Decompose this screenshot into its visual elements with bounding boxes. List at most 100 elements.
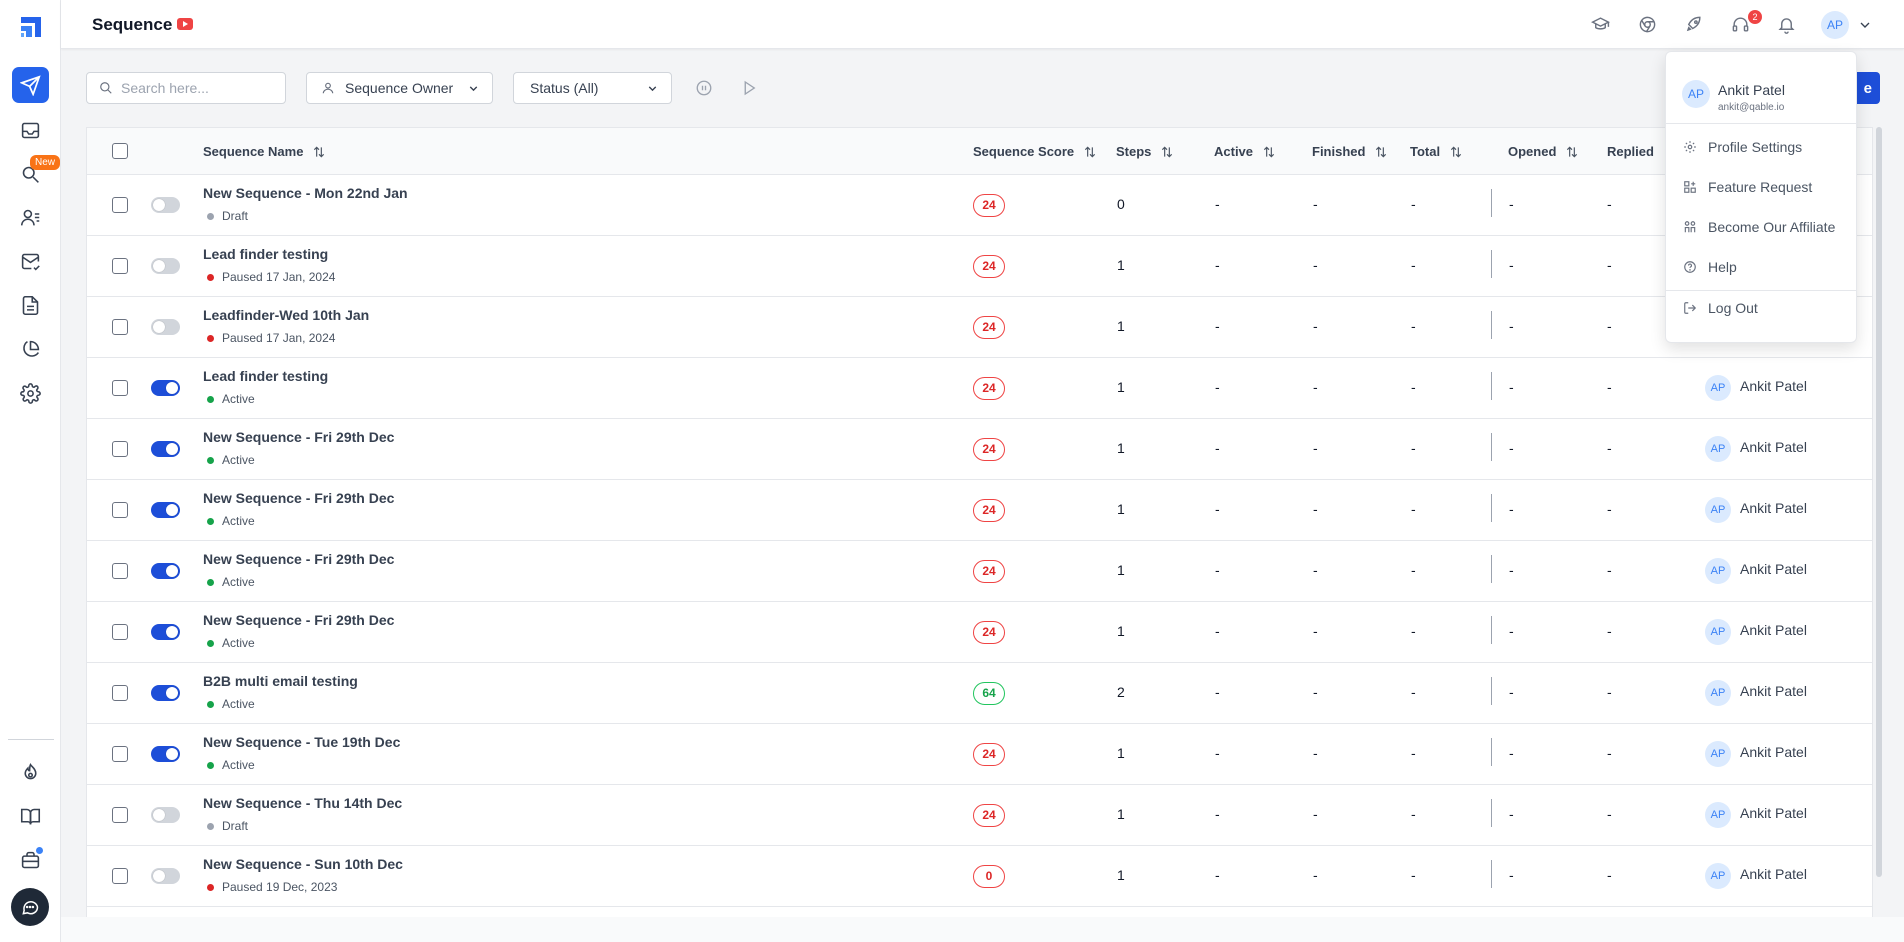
sort-icon[interactable] — [1374, 145, 1388, 159]
search-input[interactable] — [121, 80, 271, 96]
column-opened[interactable]: Opened — [1508, 144, 1579, 159]
headset-icon[interactable] — [1729, 13, 1751, 35]
row-checkbox[interactable] — [112, 746, 128, 762]
column-sequence-score[interactable]: Sequence Score — [973, 144, 1097, 159]
pause-icon[interactable] — [695, 79, 713, 97]
user-avatar[interactable]: AP — [1821, 11, 1849, 39]
sort-icon[interactable] — [1449, 145, 1463, 159]
sequence-name[interactable]: New Sequence - Tue 19th Dec — [203, 734, 400, 750]
sort-icon[interactable] — [1262, 145, 1276, 159]
app-logo-icon[interactable] — [18, 14, 44, 40]
log-out-item[interactable]: Log Out — [1666, 289, 1856, 327]
status-filter[interactable]: Status (All) — [513, 72, 672, 104]
graduation-cap-icon[interactable] — [1589, 13, 1611, 35]
email-verify-icon[interactable] — [12, 243, 49, 279]
row-checkbox[interactable] — [112, 441, 128, 457]
help-item[interactable]: Help — [1666, 248, 1856, 286]
sequence-toggle[interactable] — [151, 502, 180, 518]
table-row[interactable]: New Sequence - Fri 29th Dec Active 24 1 - - - -… — [87, 480, 1872, 541]
table-row[interactable]: Leadfinder-Wed 10th Jan Paused 17 Jan, 20… — [87, 297, 1872, 358]
sort-icon[interactable] — [1565, 145, 1579, 159]
sequence-name[interactable]: New Sequence - Fri 29th Dec — [203, 429, 394, 445]
row-checkbox[interactable] — [112, 807, 128, 823]
row-checkbox[interactable] — [112, 197, 128, 213]
play-icon[interactable] — [740, 79, 758, 97]
table-row[interactable]: New Sequence - Sun 10th Dec Paused 19 Dec… — [87, 846, 1872, 907]
table-row[interactable]: New Sequence - Thu 14th Dec Draft 24 1 - - - - -… — [87, 785, 1872, 846]
cell-replied: - — [1607, 867, 1612, 883]
search-box[interactable] — [86, 72, 286, 104]
column-total[interactable]: Total — [1410, 144, 1463, 159]
sequence-toggle[interactable] — [151, 624, 180, 640]
column-finished[interactable]: Finished — [1312, 144, 1388, 159]
row-checkbox[interactable] — [112, 380, 128, 396]
youtube-icon[interactable] — [177, 18, 193, 30]
rocket-icon[interactable] — [1682, 13, 1704, 35]
table-row[interactable]: New Sequence - Fri 29th Dec Active 24 1 - - - -… — [87, 419, 1872, 480]
row-checkbox[interactable] — [112, 624, 128, 640]
become-affiliate-item[interactable]: Become Our Affiliate — [1666, 208, 1856, 246]
sequence-name[interactable]: Lead finder testing — [203, 246, 328, 262]
sequence-owner-filter[interactable]: Sequence Owner — [306, 72, 493, 104]
column-separator — [1491, 189, 1492, 217]
sequence-name[interactable]: New Sequence - Sun 10th Dec — [203, 856, 403, 872]
cell-opened: - — [1509, 257, 1514, 273]
feature-request-item[interactable]: Feature Request — [1666, 168, 1856, 206]
sequence-toggle[interactable] — [151, 197, 180, 213]
sequence-toggle[interactable] — [151, 258, 180, 274]
templates-icon[interactable] — [12, 287, 49, 323]
sequence-name[interactable]: New Sequence - Fri 29th Dec — [203, 612, 394, 628]
sequence-name[interactable]: B2B multi email testing — [203, 673, 358, 689]
inbox-icon[interactable] — [12, 112, 49, 148]
sequence-toggle[interactable] — [151, 807, 180, 823]
table-row[interactable]: New Sequence - Fri 29th Dec Active 24 1 - - - -… — [87, 541, 1872, 602]
row-checkbox[interactable] — [112, 685, 128, 701]
sequence-name[interactable]: New Sequence - Mon 22nd Jan — [203, 185, 408, 201]
sequence-toggle[interactable] — [151, 563, 180, 579]
warmup-icon[interactable] — [12, 754, 49, 790]
sequence-name[interactable]: New Sequence - Fri 29th Dec — [203, 551, 394, 567]
chat-icon[interactable] — [11, 888, 49, 926]
book-icon[interactable] — [12, 798, 49, 834]
table-row[interactable]: Lead finder testing Active 24 1 - - - - - AP Ankit… — [87, 358, 1872, 419]
sequence-toggle[interactable] — [151, 319, 180, 335]
sort-icon[interactable] — [1160, 145, 1174, 159]
row-checkbox[interactable] — [112, 258, 128, 274]
reports-icon[interactable] — [12, 331, 49, 367]
chevron-down-icon[interactable] — [1857, 17, 1873, 33]
column-sequence-name[interactable]: Sequence Name — [203, 144, 326, 159]
sort-icon[interactable] — [312, 145, 326, 159]
chrome-icon[interactable] — [1636, 13, 1658, 35]
contacts-icon[interactable] — [12, 199, 49, 235]
sequence-toggle[interactable] — [151, 685, 180, 701]
settings-icon[interactable] — [12, 375, 49, 411]
row-checkbox[interactable] — [112, 319, 128, 335]
row-checkbox[interactable] — [112, 502, 128, 518]
row-checkbox[interactable] — [112, 868, 128, 884]
sequence-name[interactable]: New Sequence - Thu 14th Dec — [203, 795, 402, 811]
row-checkbox[interactable] — [112, 563, 128, 579]
sequence-toggle[interactable] — [151, 380, 180, 396]
bell-icon[interactable] — [1775, 13, 1797, 35]
table-row[interactable]: Lead finder testing Paused 17 Jan, 2024 24… — [87, 236, 1872, 297]
table-row[interactable]: New Sequence - Tue 19th Dec Active 24 1 - - - -… — [87, 724, 1872, 785]
scrollbar[interactable] — [1876, 127, 1882, 877]
profile-settings-item[interactable]: Profile Settings — [1666, 128, 1856, 166]
sequence-toggle[interactable] — [151, 441, 180, 457]
table-row[interactable]: New Sequence - Mon 22nd Jan Draft 24 0 - - - - -… — [87, 175, 1872, 236]
sequence-name[interactable]: Leadfinder-Wed 10th Jan — [203, 307, 369, 323]
table-row[interactable]: New Sequence - Fri 29th Dec Active 24 1 - - - -… — [87, 602, 1872, 663]
sequence-status: Active — [207, 575, 255, 589]
table-row[interactable]: B2B multi email testing Active 64 2 - - - - - AP A… — [87, 663, 1872, 724]
sequence-name[interactable]: Lead finder testing — [203, 368, 328, 384]
sort-icon[interactable] — [1083, 145, 1097, 159]
sequence-toggle[interactable] — [151, 868, 180, 884]
select-all-checkbox[interactable] — [112, 143, 128, 159]
campaigns-icon[interactable] — [12, 67, 49, 103]
briefcase-icon[interactable] — [12, 842, 49, 878]
column-steps[interactable]: Steps — [1116, 144, 1174, 159]
dropdown-user-email: ankit@qable.io — [1718, 102, 1785, 113]
sequence-toggle[interactable] — [151, 746, 180, 762]
sequence-name[interactable]: New Sequence - Fri 29th Dec — [203, 490, 394, 506]
column-active[interactable]: Active — [1214, 144, 1276, 159]
